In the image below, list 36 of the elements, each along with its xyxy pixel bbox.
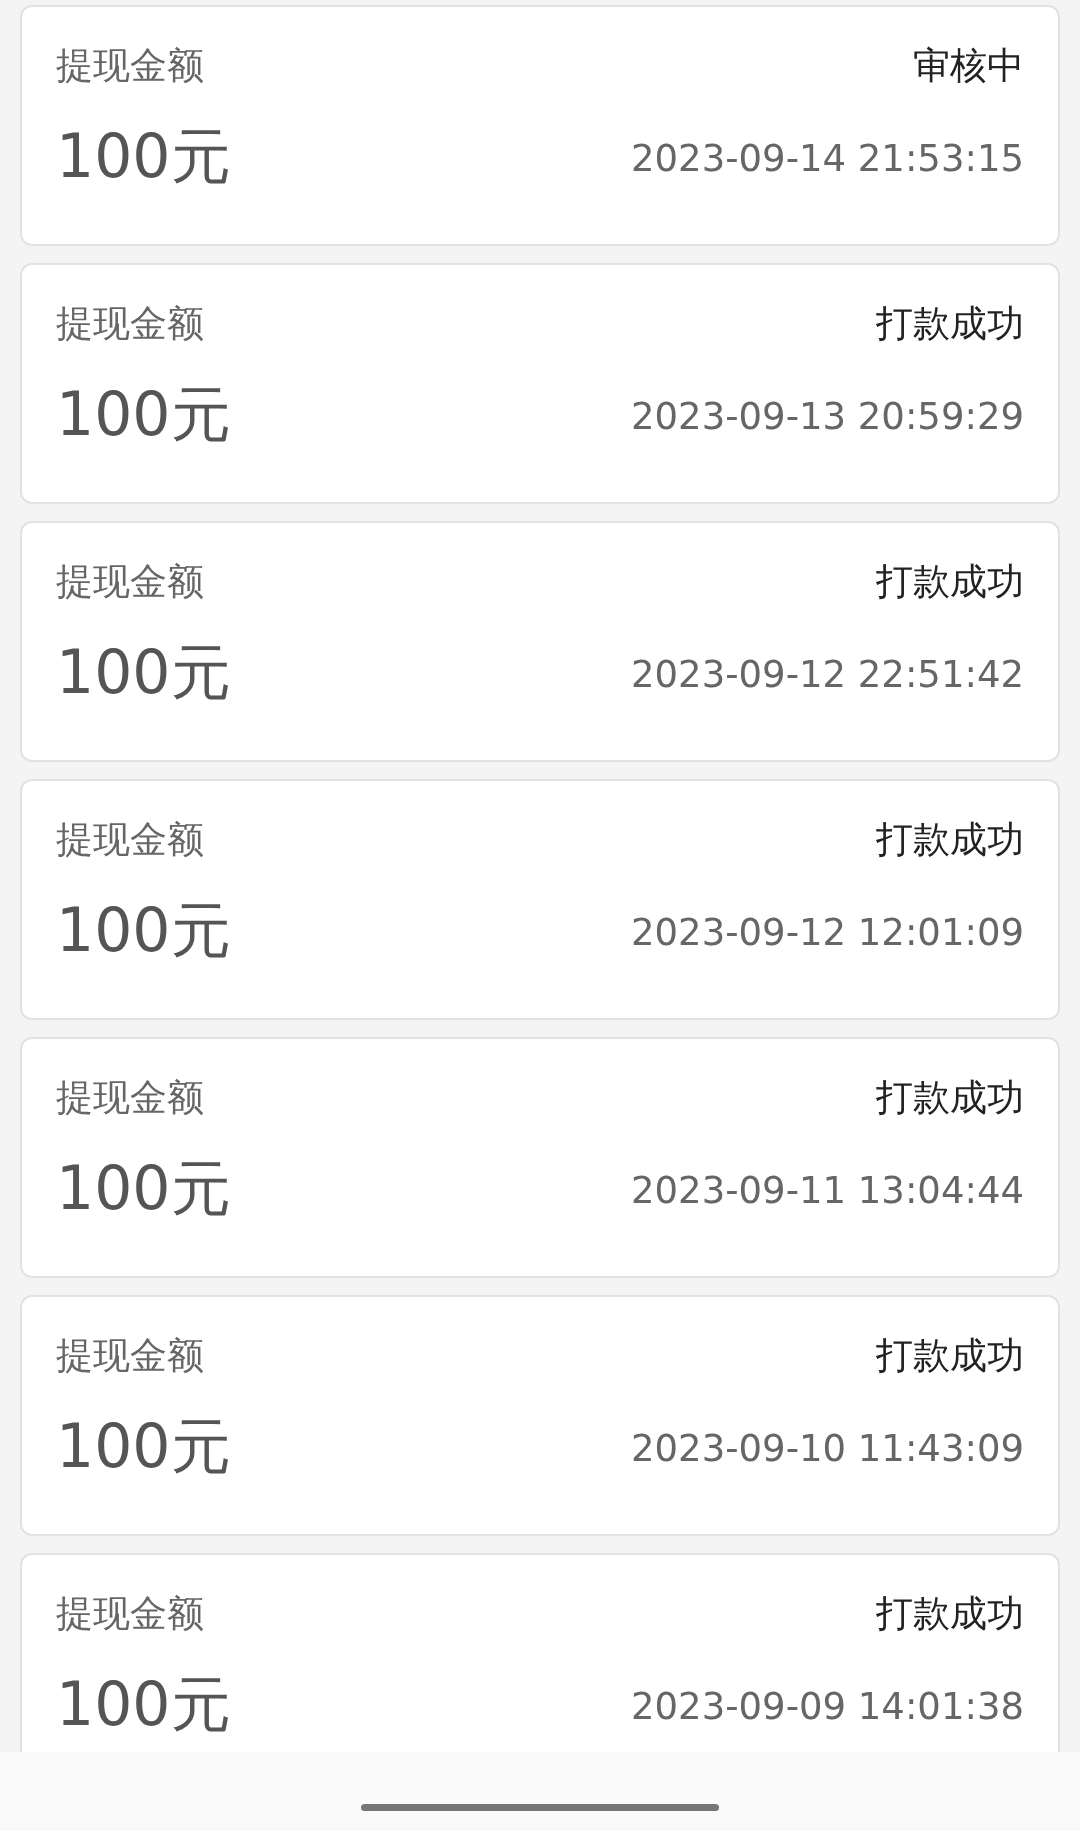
amount-text: 100元 <box>56 1413 232 1479</box>
amount-text: 100元 <box>56 639 232 705</box>
record-card[interactable]: 提现金额 打款成功 100元 2023-09-12 12:01:09 <box>20 779 1060 1020</box>
record-card[interactable]: 提现金额 打款成功 100元 2023-09-11 13:04:44 <box>20 1037 1060 1278</box>
status-text: 打款成功 <box>876 1591 1024 1637</box>
withdraw-label: 提现金额 <box>56 559 205 605</box>
status-text: 审核中 <box>913 43 1024 89</box>
home-indicator[interactable] <box>361 1804 719 1811</box>
status-text: 打款成功 <box>876 817 1024 863</box>
time-text: 2023-09-12 22:51:42 <box>631 653 1024 696</box>
time-text: 2023-09-09 14:01:38 <box>631 1685 1024 1728</box>
record-card[interactable]: 提现金额 打款成功 100元 2023-09-12 22:51:42 <box>20 521 1060 762</box>
withdraw-label: 提现金额 <box>56 301 205 347</box>
status-text: 打款成功 <box>876 559 1024 605</box>
time-text: 2023-09-14 21:53:15 <box>631 137 1024 180</box>
status-text: 打款成功 <box>876 1075 1024 1121</box>
withdraw-label: 提现金额 <box>56 817 205 863</box>
withdraw-label: 提现金额 <box>56 1075 205 1121</box>
amount-text: 100元 <box>56 1155 232 1221</box>
time-text: 2023-09-13 20:59:29 <box>631 395 1024 438</box>
record-card[interactable]: 提现金额 审核中 100元 2023-09-14 21:53:15 <box>20 5 1060 246</box>
withdraw-label: 提现金额 <box>56 1591 205 1637</box>
time-text: 2023-09-11 13:04:44 <box>631 1169 1024 1212</box>
time-text: 2023-09-12 12:01:09 <box>631 911 1024 954</box>
time-text: 2023-09-10 11:43:09 <box>631 1427 1024 1470</box>
record-card[interactable]: 提现金额 打款成功 100元 2023-09-09 14:01:38 <box>20 1553 1060 1752</box>
withdraw-label: 提现金额 <box>56 1333 205 1379</box>
withdraw-label: 提现金额 <box>56 43 205 89</box>
amount-text: 100元 <box>56 1671 232 1737</box>
status-text: 打款成功 <box>876 301 1024 347</box>
status-text: 打款成功 <box>876 1333 1024 1379</box>
record-card[interactable]: 提现金额 打款成功 100元 2023-09-10 11:43:09 <box>20 1295 1060 1536</box>
amount-text: 100元 <box>56 381 232 447</box>
record-card[interactable]: 提现金额 打款成功 100元 2023-09-13 20:59:29 <box>20 263 1060 504</box>
amount-text: 100元 <box>56 897 232 963</box>
amount-text: 100元 <box>56 123 232 189</box>
